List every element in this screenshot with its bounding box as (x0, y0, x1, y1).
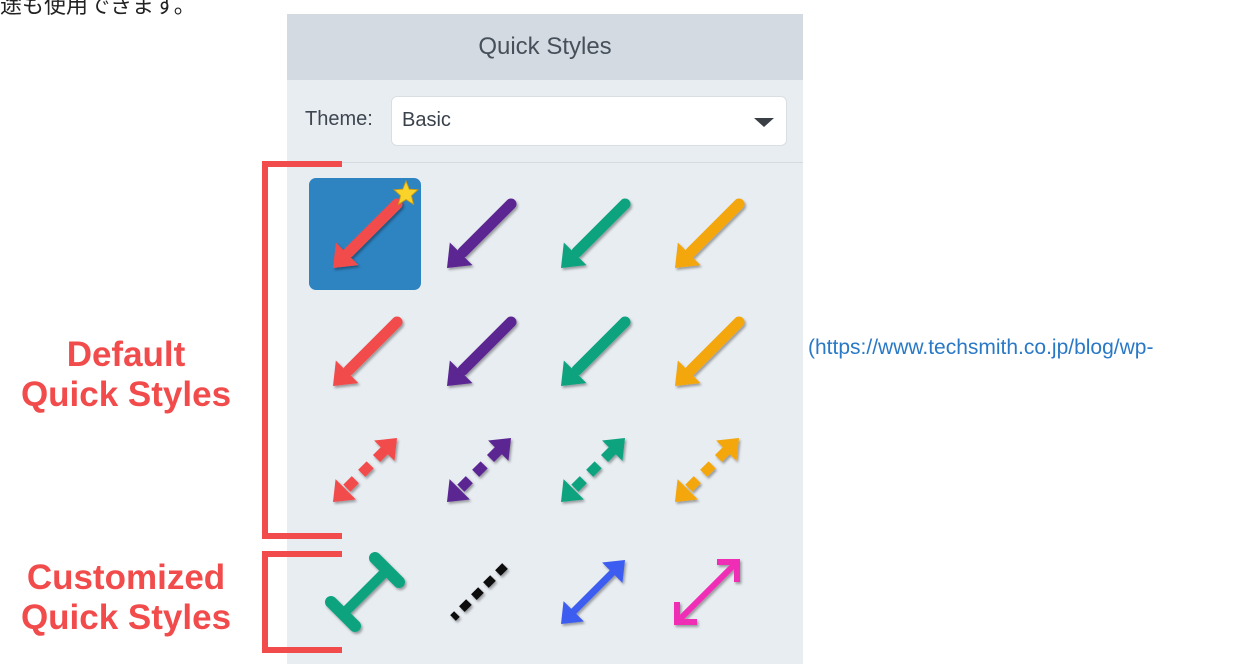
custom-label-line1: Customized (26, 558, 226, 597)
quick-style-tile[interactable] (537, 178, 649, 290)
default-label-line2: Quick Styles (20, 375, 232, 414)
quick-style-tile[interactable] (537, 296, 649, 408)
arrow-solid-icon (447, 316, 517, 386)
quick-style-tile[interactable] (651, 412, 763, 524)
panel-title: Quick Styles (287, 14, 803, 80)
arrow-solid-icon (675, 198, 745, 268)
quick-style-tile[interactable] (423, 178, 535, 290)
quick-style-tile[interactable] (423, 534, 535, 646)
arrow-solid-icon (561, 316, 631, 386)
custom-styles-bracket (262, 551, 342, 653)
quick-style-tile[interactable] (537, 412, 649, 524)
customized-quick-styles-label: Customized Quick Styles (6, 558, 246, 638)
dashed-line-icon (450, 563, 508, 621)
theme-dropdown[interactable]: Basic (391, 96, 787, 146)
source-url-link[interactable]: (https://www.techsmith.co.jp/blog/wp- (808, 336, 1153, 360)
double-dashed-icon (675, 438, 739, 502)
double-open-icon (674, 559, 740, 625)
quick-style-tile[interactable] (423, 412, 535, 524)
arrow-solid-icon (561, 198, 631, 268)
star-icon (393, 180, 419, 206)
double-dashed-icon (447, 438, 511, 502)
default-quick-styles-label: Default Quick Styles (6, 335, 246, 415)
page-top-text: 途も使用できます。 (0, 0, 196, 19)
quick-styles-panel: Quick Styles Theme: Basic (287, 14, 803, 664)
theme-selected-value: Basic (402, 109, 451, 131)
theme-label: Theme: (305, 108, 373, 130)
arrow-solid-icon (447, 198, 517, 268)
chevron-down-icon (754, 118, 774, 127)
custom-label-line2: Quick Styles (20, 598, 232, 637)
default-label-line1: Default (66, 335, 186, 374)
panel-divider (287, 162, 803, 163)
double-solid-icon (561, 560, 625, 624)
arrow-solid-icon (675, 316, 745, 386)
quick-style-tile[interactable] (651, 296, 763, 408)
default-styles-bracket (262, 161, 342, 539)
quick-style-tile[interactable] (423, 296, 535, 408)
quick-style-tile[interactable] (651, 178, 763, 290)
double-dashed-icon (561, 438, 625, 502)
quick-style-tile[interactable] (651, 534, 763, 646)
quick-style-tile[interactable] (537, 534, 649, 646)
